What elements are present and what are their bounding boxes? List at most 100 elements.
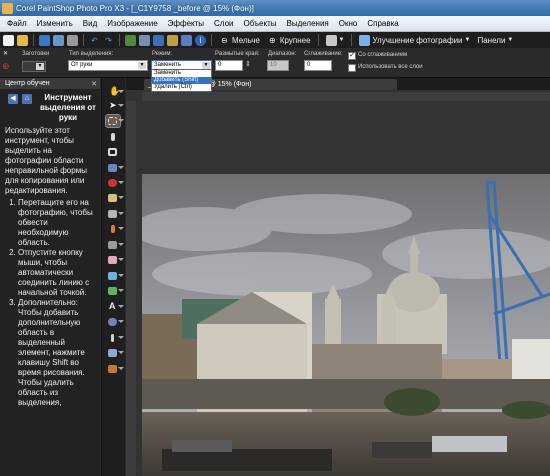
- toolbar-separator: [351, 34, 353, 46]
- panel-close-icon[interactable]: ✕: [91, 79, 97, 90]
- fill-bucket-icon: [108, 272, 117, 280]
- print-icon[interactable]: [67, 34, 78, 46]
- makeover-tool[interactable]: [106, 192, 124, 204]
- export-icon[interactable]: [181, 34, 192, 46]
- mode-label: Режим:: [152, 51, 173, 57]
- adjust-icon[interactable]: [167, 34, 178, 46]
- dropper-tool[interactable]: [106, 131, 120, 143]
- crop-tool[interactable]: [106, 146, 120, 158]
- menu-image[interactable]: Изображение: [102, 17, 162, 31]
- enhance-photo-button[interactable]: Улучшение фотографии ▼: [357, 34, 472, 46]
- selection-type-dropdown[interactable]: От руки ▼: [68, 60, 148, 71]
- menu-file[interactable]: Файл: [2, 17, 32, 31]
- menu-selections[interactable]: Выделения: [281, 17, 333, 31]
- step-item: Отпустите кнопку мыши, чтобы автоматичес…: [18, 248, 97, 298]
- step-item: Дополнительно: Чтобы добавить дополнител…: [18, 298, 97, 408]
- learning-center-nav: ◀ ⌂: [8, 94, 32, 104]
- all-layers-label: Использовать все слои: [358, 64, 423, 70]
- panels-button[interactable]: Панели ▼: [475, 36, 515, 45]
- view-menu-button[interactable]: ▼: [324, 34, 347, 46]
- mode-dropdown-list: Заменить Добавить (Shift) Удалить (Ctrl): [151, 69, 212, 92]
- feather-input[interactable]: 0: [215, 60, 243, 71]
- new-file-icon[interactable]: [3, 34, 14, 46]
- menu-objects[interactable]: Объекты: [238, 17, 281, 31]
- dodge-tool[interactable]: [106, 239, 124, 251]
- zoom-in-icon: ⊕: [269, 35, 276, 45]
- shape-tool[interactable]: [106, 316, 124, 328]
- toolbar-separator: [83, 34, 84, 46]
- main-toolbar: ↶ ↷ i ⊖ Мельче ⊕ Крупнее ▼ Улучшение фотог…: [0, 32, 550, 48]
- warp-brush-tool[interactable]: [106, 347, 124, 359]
- mode-option-remove[interactable]: Удалить (Ctrl): [152, 84, 211, 91]
- learning-center-body: Используйте этот инструмент, чтобы выдел…: [5, 126, 97, 408]
- save-as-icon[interactable]: [53, 34, 64, 46]
- menu-window[interactable]: Окно: [334, 17, 363, 31]
- toolbar-separator: [211, 34, 212, 46]
- browser-icon[interactable]: [153, 34, 164, 46]
- feather-label: Размытые края:: [215, 51, 260, 57]
- pen-icon: [111, 334, 114, 342]
- menu-view[interactable]: Вид: [78, 17, 102, 31]
- text-tool[interactable]: A: [106, 301, 124, 313]
- open-folder-icon[interactable]: [17, 34, 28, 46]
- back-arrow-icon[interactable]: ◀: [8, 94, 18, 104]
- color-replacer-tool[interactable]: [106, 363, 124, 375]
- menu-layers[interactable]: Слои: [209, 17, 238, 31]
- menu-edit[interactable]: Изменить: [32, 17, 78, 31]
- menu-bar: Файл Изменить Вид Изображение Эффекты Сл…: [0, 16, 550, 32]
- info-icon[interactable]: i: [195, 34, 206, 46]
- fill-tool[interactable]: [106, 270, 124, 282]
- horizontal-ruler: [142, 92, 550, 101]
- save-icon[interactable]: [39, 34, 50, 46]
- presets-dropdown[interactable]: ▼: [22, 61, 46, 72]
- learning-center-panel: Центр обучен ✕ ◀ ⌂ Инструмент выделения …: [0, 78, 100, 476]
- steps-list: Перетащите его на фотографию, чтобы обве…: [5, 198, 97, 408]
- vertical-ruler: [126, 101, 136, 476]
- smoothing-input[interactable]: 0: [304, 60, 332, 71]
- freehand-selection-tool[interactable]: [105, 114, 124, 128]
- dropdown-arrow-icon: ▼: [36, 63, 44, 70]
- picture-tube-icon: [108, 287, 117, 295]
- toolbar-separator: [119, 34, 120, 46]
- options-close-icon[interactable]: ✕: [3, 50, 8, 57]
- lasso-icon: [108, 117, 117, 125]
- menu-effects[interactable]: Эффекты: [163, 17, 209, 31]
- pan-tool[interactable]: ✋: [106, 86, 124, 98]
- crop-icon: [108, 148, 117, 156]
- move-tool[interactable]: [106, 162, 124, 174]
- picture-tube-tool[interactable]: [106, 285, 124, 297]
- mode-option-add[interactable]: Добавить (Shift): [152, 77, 211, 84]
- dropper-icon: [111, 133, 115, 141]
- paint-brush-tool[interactable]: [106, 223, 124, 235]
- title-bar: Corel PaintShop Photo Pro X3 - [_C1Y9758…: [0, 0, 550, 16]
- makeover-icon: [108, 194, 117, 202]
- options-pin-icon[interactable]: ⊕: [2, 61, 10, 72]
- dropdown-arrow-icon: ▼: [138, 62, 146, 69]
- learning-center-title: Инструмент выделения от руки: [40, 93, 96, 122]
- toolbar-separator: [33, 34, 34, 46]
- pen-tool[interactable]: [106, 332, 124, 344]
- all-layers-checkbox[interactable]: [348, 64, 356, 72]
- zoom-out-button[interactable]: ⊖ Мельче: [217, 35, 262, 46]
- text-icon: A: [109, 301, 116, 311]
- gallery-icon[interactable]: [139, 34, 150, 46]
- undo-icon[interactable]: ↶: [89, 35, 100, 46]
- crop-icon[interactable]: [125, 34, 136, 46]
- mode-option-replace[interactable]: Заменить: [152, 70, 211, 77]
- red-eye-tool[interactable]: [106, 177, 124, 189]
- photo-canvas[interactable]: [142, 174, 550, 476]
- move-icon: [108, 164, 117, 172]
- tool-options-bar: ✕ ⊕ Заготовки ▼ Тип выделения: От руки ▼ …: [0, 48, 550, 78]
- menu-help[interactable]: Справка: [362, 17, 403, 31]
- zoom-in-button[interactable]: ⊕ Крупнее: [265, 35, 313, 46]
- range-input[interactable]: 10: [267, 60, 289, 71]
- feather-spinner-icon[interactable]: ⇕: [245, 60, 251, 68]
- home-icon[interactable]: ⌂: [22, 94, 32, 104]
- brush-icon: [111, 225, 115, 233]
- pick-tool[interactable]: ➤: [106, 100, 124, 112]
- clone-brush-tool[interactable]: [106, 208, 124, 220]
- antialias-checkbox[interactable]: ✓: [348, 52, 356, 60]
- warp-brush-icon: [108, 349, 117, 357]
- eraser-tool[interactable]: [106, 254, 124, 266]
- redo-icon[interactable]: ↷: [103, 35, 114, 46]
